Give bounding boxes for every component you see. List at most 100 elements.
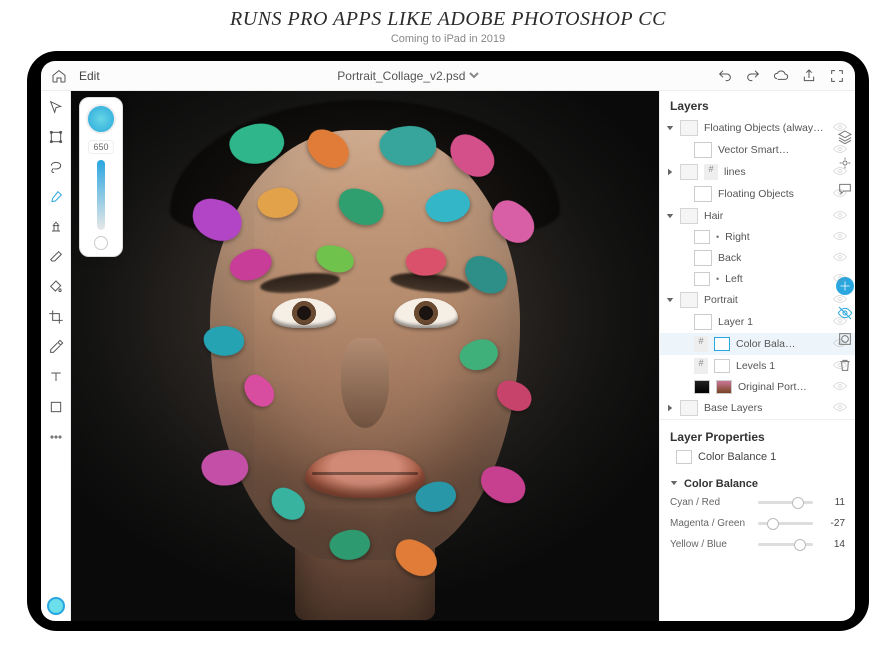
visibility-icon[interactable] xyxy=(833,231,847,244)
layer-name: lines xyxy=(724,166,827,178)
layer-name: Base Layers xyxy=(704,402,827,414)
fill-tool-icon[interactable] xyxy=(46,277,66,297)
app-screen: Edit Portrait_Collage_v2.psd xyxy=(41,61,855,621)
visibility-icon[interactable] xyxy=(833,252,847,265)
layer-row[interactable]: •Left xyxy=(660,269,855,289)
layer-thumb xyxy=(694,230,710,244)
type-tool-icon[interactable] xyxy=(46,367,66,387)
visibility-icon[interactable] xyxy=(833,210,847,223)
undo-icon[interactable] xyxy=(717,68,733,84)
fullscreen-icon[interactable] xyxy=(829,68,845,84)
color-balance-slider[interactable]: Magenta / Green-27 xyxy=(670,513,845,534)
visibility-icon[interactable] xyxy=(833,381,847,394)
slider-knob[interactable] xyxy=(794,539,806,551)
move-tool-icon[interactable] xyxy=(46,97,66,117)
disclosure-icon[interactable] xyxy=(666,168,674,176)
layer-name: Portrait xyxy=(704,294,827,306)
brush-size-value[interactable]: 650 xyxy=(88,140,113,154)
properties-title: Layer Properties xyxy=(670,430,765,444)
layer-row[interactable]: Original Port… xyxy=(660,377,855,397)
redo-icon[interactable] xyxy=(745,68,761,84)
layer-name: Floating Objects (alway… xyxy=(704,122,827,134)
brush-hardness-slider[interactable] xyxy=(97,160,105,230)
visibility-icon[interactable] xyxy=(833,166,847,179)
link-icon: • xyxy=(716,232,719,242)
visibility-icon[interactable] xyxy=(833,338,847,351)
layer-row[interactable]: Back xyxy=(660,247,855,269)
layer-name: Back xyxy=(718,252,827,264)
layer-name: Layer 1 xyxy=(718,316,827,328)
disclosure-icon[interactable] xyxy=(670,479,678,490)
visibility-icon[interactable] xyxy=(833,122,847,135)
color-balance-slider[interactable]: Cyan / Red11 xyxy=(670,492,845,513)
document-title[interactable]: Portrait_Collage_v2.psd xyxy=(337,69,465,83)
selected-layer-name: Color Balance 1 xyxy=(698,451,776,463)
eraser-tool-icon[interactable] xyxy=(46,247,66,267)
layer-row[interactable]: Base Layers xyxy=(660,397,855,419)
brush-opacity-knob[interactable] xyxy=(94,236,108,250)
layer-row[interactable]: #Color Bala… xyxy=(660,333,855,355)
visibility-icon[interactable] xyxy=(833,360,847,373)
disclosure-icon[interactable] xyxy=(666,296,674,304)
layer-row[interactable]: Floating Objects (alway… xyxy=(660,117,855,139)
brush-tool-icon[interactable] xyxy=(46,187,66,207)
slider-knob[interactable] xyxy=(792,497,804,509)
disclosure-icon[interactable] xyxy=(666,212,674,220)
transform-tool-icon[interactable] xyxy=(46,127,66,147)
layer-row[interactable]: Vector Smart… xyxy=(660,139,855,161)
slider-track[interactable] xyxy=(758,543,813,546)
chevron-down-icon[interactable] xyxy=(469,69,479,83)
panel-rail xyxy=(835,125,855,373)
layer-thumb xyxy=(694,314,712,330)
slider-value: 14 xyxy=(821,539,845,550)
layer-thumb xyxy=(680,400,698,416)
share-icon[interactable] xyxy=(801,68,817,84)
top-bar: Edit Portrait_Collage_v2.psd xyxy=(41,61,855,91)
cloud-sync-icon[interactable] xyxy=(773,68,789,84)
visibility-icon[interactable] xyxy=(833,316,847,329)
clone-stamp-icon[interactable] xyxy=(46,217,66,237)
disclosure-icon[interactable] xyxy=(666,124,674,132)
layer-name: Original Port… xyxy=(738,381,827,393)
layer-name: Left xyxy=(725,273,827,285)
color-balance-slider[interactable]: Yellow / Blue14 xyxy=(670,534,845,555)
brush-settings-popover[interactable]: 650 xyxy=(79,97,123,257)
slider-track[interactable] xyxy=(758,501,813,504)
more-tools-icon[interactable] xyxy=(46,427,66,447)
slider-value: -27 xyxy=(821,518,845,529)
crop-tool-icon[interactable] xyxy=(46,307,66,327)
lasso-tool-icon[interactable] xyxy=(46,157,66,177)
layer-list[interactable]: Floating Objects (alway…Vector Smart…#li… xyxy=(660,117,855,419)
layer-row[interactable]: #Levels 1 xyxy=(660,355,855,377)
layer-row[interactable]: Portrait xyxy=(660,289,855,311)
layer-row[interactable]: • Right xyxy=(660,227,855,247)
layer-name: Right xyxy=(725,231,827,243)
slider-track[interactable] xyxy=(758,522,813,525)
layer-thumb xyxy=(680,292,698,308)
layer-properties: Layer Properties Color Balance 1 Color B… xyxy=(660,419,855,563)
slider-label: Cyan / Red xyxy=(670,497,750,508)
slider-knob[interactable] xyxy=(767,518,779,530)
shape-tool-icon[interactable] xyxy=(46,397,66,417)
layer-thumb xyxy=(680,120,698,136)
visibility-icon[interactable] xyxy=(833,188,847,201)
eyedropper-tool-icon[interactable] xyxy=(46,337,66,357)
foreground-color-swatch[interactable] xyxy=(47,597,65,615)
color-balance-title: Color Balance xyxy=(684,478,758,490)
canvas[interactable] xyxy=(71,91,659,621)
fx-badge: # xyxy=(694,336,708,352)
edit-menu[interactable]: Edit xyxy=(79,69,100,83)
portrait-artwork xyxy=(210,130,520,560)
layer-row[interactable]: Hair xyxy=(660,205,855,227)
disclosure-icon[interactable] xyxy=(666,404,674,412)
ipad-frame: Edit Portrait_Collage_v2.psd xyxy=(27,51,869,631)
home-icon[interactable] xyxy=(51,68,67,84)
visibility-icon[interactable] xyxy=(833,144,847,157)
layer-row[interactable]: Floating Objects xyxy=(660,183,855,205)
layer-thumb xyxy=(694,142,712,158)
visibility-icon[interactable] xyxy=(833,273,847,286)
visibility-icon[interactable] xyxy=(833,294,847,307)
layer-row[interactable]: Layer 1 xyxy=(660,311,855,333)
visibility-icon[interactable] xyxy=(833,402,847,415)
layer-row[interactable]: #lines xyxy=(660,161,855,183)
